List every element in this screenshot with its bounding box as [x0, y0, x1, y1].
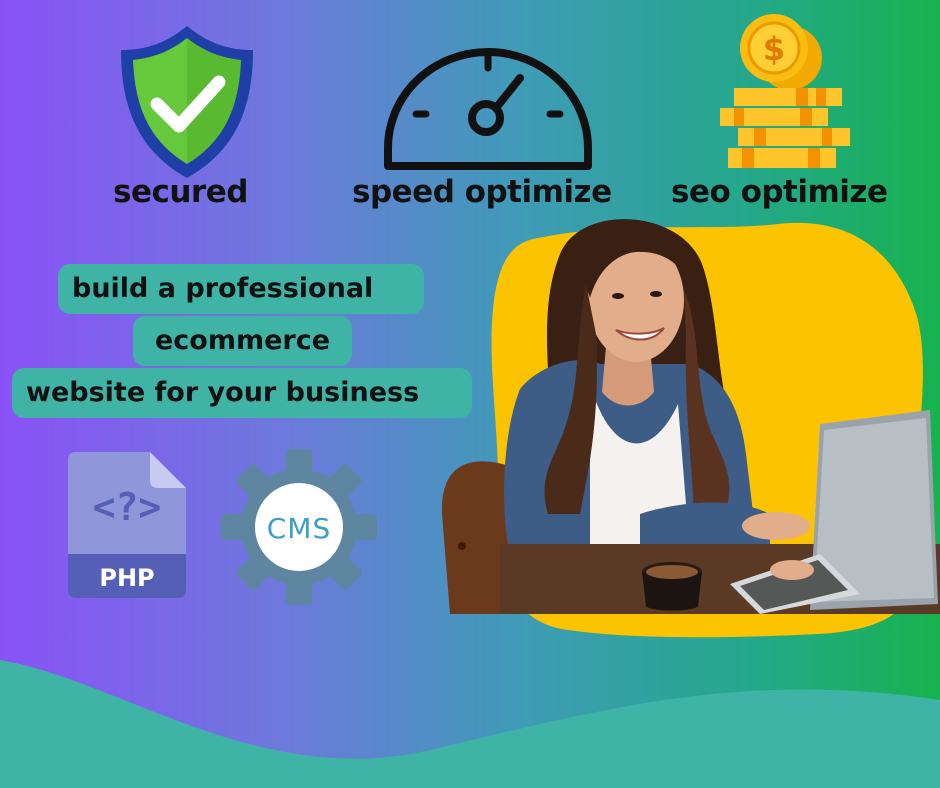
- php-label: PHP: [99, 564, 154, 592]
- feature-label-speed: speed optimize: [352, 174, 612, 210]
- svg-text:$: $: [763, 30, 785, 68]
- feature-label-secured: secured: [113, 174, 248, 210]
- shield-check-icon: [121, 26, 253, 178]
- bottom-wave: [0, 660, 940, 788]
- speedometer-icon: [384, 48, 592, 170]
- coin-stack-icon: $: [720, 14, 850, 168]
- woman-laptop-photo: [441, 219, 940, 614]
- feature-label-seo: seo optimize: [671, 174, 888, 210]
- cms-label: CMS: [267, 512, 331, 545]
- headline-line-1: build a professional: [58, 264, 424, 314]
- cms-gear-icon: CMS: [221, 449, 377, 605]
- php-code-glyph: <?>: [93, 485, 162, 529]
- headline-line-3: website for your business: [12, 368, 472, 418]
- headline-line-2: ecommerce: [133, 316, 352, 366]
- ad-banner: secured speed optimize $ seo optimize bu…: [0, 0, 940, 788]
- php-file-icon: <?> PHP: [68, 452, 186, 598]
